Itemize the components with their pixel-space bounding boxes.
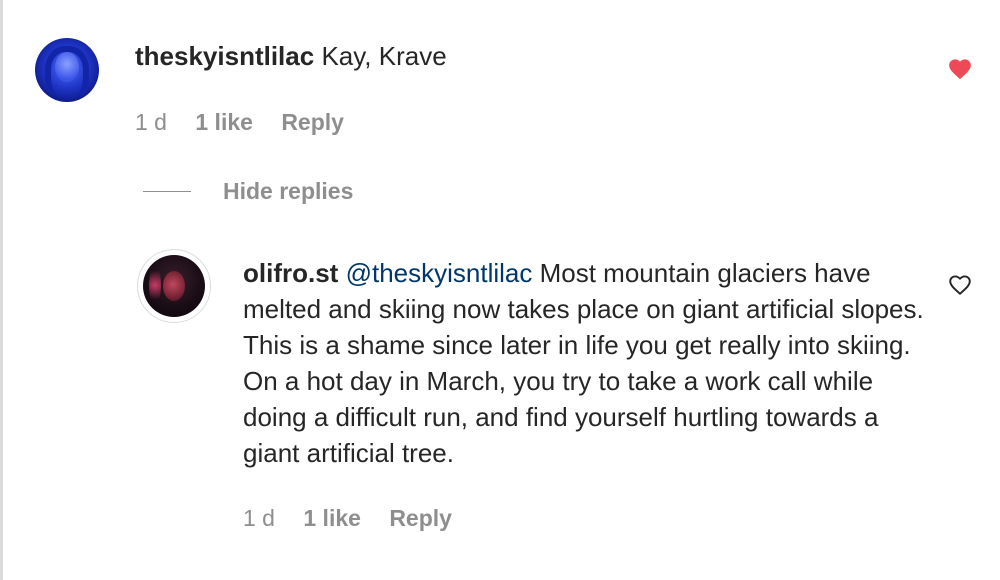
reply-button[interactable]: Reply [389, 505, 452, 531]
hide-replies-button[interactable]: Hide replies [143, 177, 353, 205]
comment-meta: 1 d 1 like Reply [243, 504, 474, 532]
panel-border [0, 0, 3, 580]
hide-replies-label[interactable]: Hide replies [223, 177, 353, 205]
heart-outline-icon[interactable] [947, 272, 973, 296]
comment-username[interactable]: olifro.st [243, 258, 338, 288]
reply-button[interactable]: Reply [281, 109, 344, 135]
replies-divider [143, 190, 191, 192]
comment-time[interactable]: 1 d [135, 109, 167, 135]
comment-text: Kay, Krave [321, 41, 447, 71]
comment-body: olifro.st @theskyisntlilac Most mountain… [243, 255, 933, 471]
comment-likes[interactable]: 1 like [195, 109, 253, 135]
comment-username[interactable]: theskyisntlilac [135, 41, 314, 71]
comment-likes[interactable]: 1 like [303, 505, 361, 531]
comment-mention[interactable]: @theskyisntlilac [346, 258, 533, 288]
comment-meta: 1 d 1 like Reply [135, 108, 366, 136]
avatar[interactable] [35, 38, 99, 102]
comment-text: Most mountain glaciers have melted and s… [243, 258, 924, 468]
heart-filled-icon[interactable] [947, 56, 973, 80]
avatar[interactable] [143, 255, 205, 317]
comment-time[interactable]: 1 d [243, 505, 275, 531]
comment-body: theskyisntlilac Kay, Krave [135, 38, 915, 74]
